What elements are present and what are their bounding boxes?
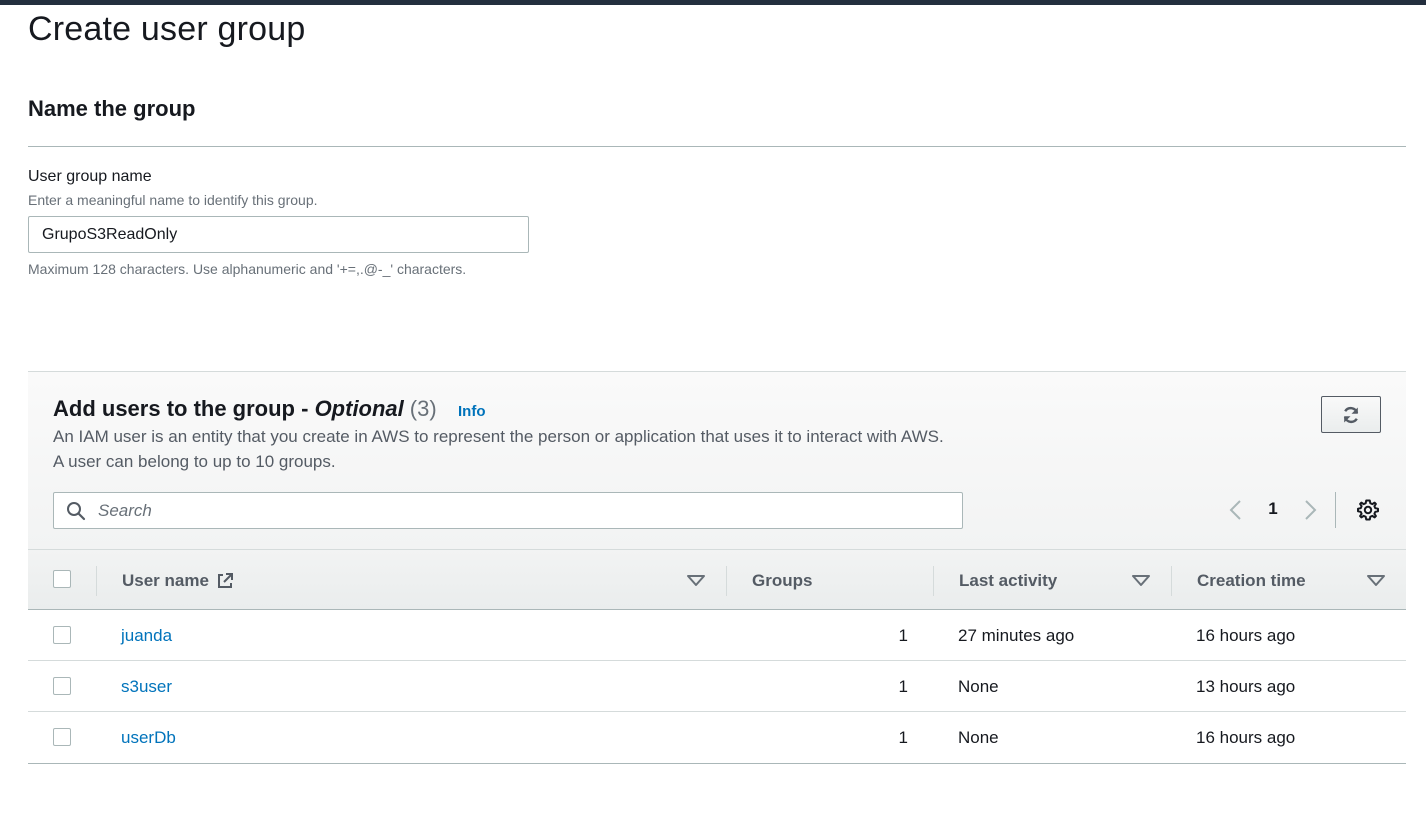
- external-link-icon: [217, 572, 233, 588]
- row-checkbox[interactable]: [53, 626, 71, 644]
- creation-time: 16 hours ago: [1196, 625, 1296, 645]
- row-checkbox[interactable]: [53, 677, 71, 695]
- group-name-constraint: Maximum 128 characters. Use alphanumeric…: [28, 261, 467, 277]
- add-users-title-text: Add users to the group -: [53, 396, 315, 421]
- creation-time: 16 hours ago: [1196, 727, 1296, 747]
- caret-down-icon[interactable]: [1131, 574, 1151, 588]
- group-name-description: Enter a meaningful name to identify this…: [28, 192, 318, 208]
- section-divider: [28, 146, 1406, 147]
- optional-label: Optional: [314, 396, 404, 421]
- users-count: (3): [409, 396, 437, 421]
- table-row: userDb 1 None 16 hours ago: [28, 712, 1406, 763]
- add-users-description: An IAM user is an entity that you create…: [53, 427, 944, 471]
- panel-header: Add users to the group - Optional (3) Inf…: [28, 372, 1406, 549]
- column-divider: [1171, 566, 1172, 596]
- refresh-button[interactable]: [1321, 396, 1381, 433]
- column-label-user-name: User name: [122, 570, 209, 590]
- search-icon: [67, 502, 86, 521]
- last-activity: 27 minutes ago: [958, 625, 1075, 645]
- refresh-icon: [1343, 406, 1359, 423]
- column-header-groups: Groups: [752, 570, 813, 590]
- name-section-title: Name the group: [28, 96, 196, 121]
- caret-down-icon[interactable]: [1366, 574, 1386, 588]
- column-divider: [933, 566, 934, 596]
- info-link[interactable]: Info: [458, 403, 486, 420]
- column-header-creation-time[interactable]: Creation time: [1197, 550, 1306, 611]
- search-input[interactable]: [98, 493, 948, 528]
- caret-down-icon[interactable]: [686, 574, 706, 588]
- search-box: [53, 492, 963, 529]
- last-activity: None: [958, 676, 999, 696]
- top-navigation-bar: [0, 0, 1426, 5]
- groups-count: 1: [898, 625, 908, 645]
- last-activity: None: [958, 727, 999, 747]
- groups-count: 1: [898, 727, 908, 747]
- user-name-link[interactable]: userDb: [121, 712, 176, 763]
- current-page-number[interactable]: 1: [1266, 499, 1280, 519]
- creation-time: 13 hours ago: [1196, 676, 1296, 696]
- column-divider: [726, 566, 727, 596]
- chevron-right-icon[interactable]: [1300, 498, 1320, 522]
- pager-divider: [1335, 492, 1336, 528]
- add-users-title: Add users to the group - Optional (3): [53, 396, 437, 422]
- row-checkbox[interactable]: [53, 728, 71, 746]
- select-all-checkbox[interactable]: [53, 570, 71, 588]
- column-divider: [96, 566, 97, 596]
- user-name-link[interactable]: juanda: [121, 610, 172, 661]
- groups-count: 1: [898, 676, 908, 696]
- user-name-link[interactable]: s3user: [121, 661, 172, 712]
- group-name-label: User group name: [28, 168, 152, 185]
- table-row: juanda 1 27 minutes ago 16 hours ago: [28, 610, 1406, 661]
- table-header: User name Groups Last activity Creation …: [28, 549, 1406, 610]
- column-header-last-activity[interactable]: Last activity: [959, 550, 1057, 611]
- add-users-panel: Add users to the group - Optional (3) Inf…: [28, 371, 1406, 764]
- gear-icon[interactable]: [1356, 498, 1380, 522]
- group-name-input[interactable]: [28, 216, 529, 253]
- table-row: s3user 1 None 13 hours ago: [28, 661, 1406, 712]
- chevron-left-icon[interactable]: [1226, 498, 1246, 522]
- page-title: Create user group: [28, 10, 306, 48]
- column-header-user-name[interactable]: User name: [122, 550, 234, 611]
